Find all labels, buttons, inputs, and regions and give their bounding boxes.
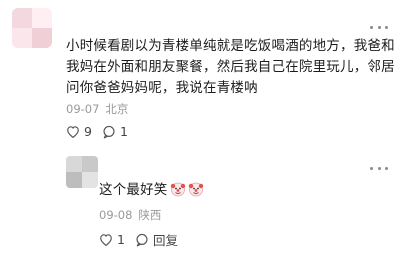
reply-label: 回复 bbox=[152, 233, 178, 248]
like-button[interactable]: 1 bbox=[99, 232, 125, 247]
comment-location: 陕西 bbox=[138, 208, 162, 222]
avatar[interactable] bbox=[12, 8, 52, 48]
comment-location: 北京 bbox=[105, 102, 129, 116]
comment-date: 09-08 bbox=[99, 208, 133, 222]
comment-line: 我妈在外面和朋友聚餐，然后我自己在院里玩儿，邻居 bbox=[66, 59, 395, 75]
comment-actions: 1 回复 bbox=[99, 230, 188, 249]
heart-icon bbox=[100, 234, 112, 246]
comment-line: 这个最好笑 bbox=[99, 182, 168, 198]
avatar[interactable] bbox=[66, 156, 98, 188]
comment-date: 09-07 bbox=[66, 102, 100, 116]
reply-button[interactable]: 回复 bbox=[135, 230, 178, 249]
comment-actions: 9 1 bbox=[66, 124, 138, 139]
comment-text: 小时候看剧以为青楼单纯就是吃饭喝酒的地方，我爸和 我妈在外面和朋友聚餐，然后我自… bbox=[66, 36, 396, 99]
more-dots-icon[interactable] bbox=[370, 22, 388, 32]
comment-line: 问你爸爸妈妈呢，我说在青楼呐 bbox=[66, 80, 258, 96]
clown-face-emoji bbox=[170, 182, 185, 197]
like-count: 1 bbox=[117, 232, 125, 247]
reply-button[interactable]: 1 bbox=[102, 124, 128, 139]
comment-text: 这个最好笑 bbox=[99, 180, 204, 201]
reply-count: 1 bbox=[119, 124, 128, 139]
comment-bubble-icon bbox=[136, 233, 148, 246]
more-dots-icon[interactable] bbox=[370, 163, 388, 173]
comment-meta: 09-08 陕西 bbox=[99, 207, 167, 223]
comment-meta: 09-07 北京 bbox=[66, 101, 134, 117]
comment-bubble-icon bbox=[103, 125, 115, 138]
like-count: 9 bbox=[84, 124, 92, 139]
like-button[interactable]: 9 bbox=[66, 124, 92, 139]
comment-line: 小时候看剧以为青楼单纯就是吃饭喝酒的地方，我爸和 bbox=[66, 38, 395, 54]
clown-face-emoji bbox=[188, 182, 203, 197]
heart-icon bbox=[67, 126, 79, 138]
